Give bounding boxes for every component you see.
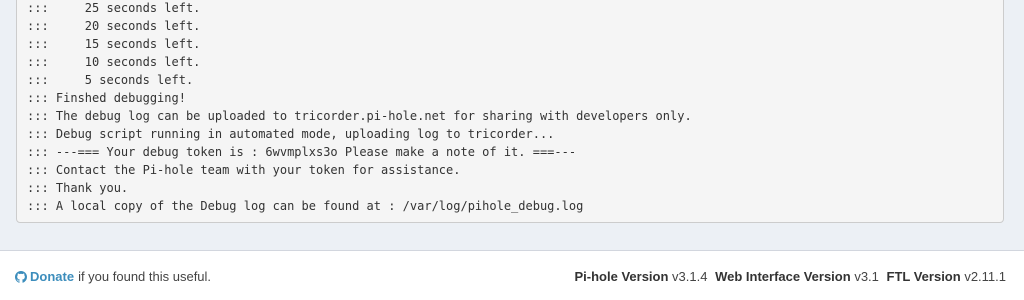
log-line: ::: 10 seconds left. bbox=[27, 55, 201, 69]
donate-suffix: if you found this useful. bbox=[78, 269, 212, 284]
web-version-label: Web Interface Version bbox=[715, 269, 851, 284]
log-line: ::: ---=== Your debug token is : 6wvmplx… bbox=[27, 145, 577, 159]
log-line: ::: The debug log can be uploaded to tri… bbox=[27, 109, 692, 123]
ftl-version-value: v2.11.1 bbox=[964, 269, 1006, 284]
log-line: ::: 15 seconds left. bbox=[27, 37, 201, 51]
log-line: ::: 25 seconds left. bbox=[27, 1, 201, 15]
ftl-version-label: FTL Version bbox=[886, 269, 961, 284]
debug-log-output: ::: 25 seconds left. ::: 20 seconds left… bbox=[16, 0, 1004, 223]
version-info: Pi-hole Version v3.1.4 Web Interface Ver… bbox=[575, 269, 1007, 284]
log-line: ::: 20 seconds left. bbox=[27, 19, 201, 33]
log-line: ::: Contact the Pi-hole team with your t… bbox=[27, 163, 461, 177]
log-line: ::: Finshed debugging! bbox=[27, 91, 186, 105]
web-version-value: v3.1 bbox=[854, 269, 879, 284]
log-line: ::: Thank you. bbox=[27, 181, 129, 195]
donate-link[interactable]: Donate bbox=[30, 269, 74, 284]
github-icon bbox=[15, 270, 27, 283]
content-wrapper: ::: 25 seconds left. ::: 20 seconds left… bbox=[0, 0, 1024, 250]
log-line: ::: A local copy of the Debug log can be… bbox=[27, 199, 584, 213]
pihole-version-value: v3.1.4 bbox=[672, 269, 708, 284]
donate-section: Donate if you found this useful. bbox=[15, 269, 211, 284]
debug-log-lines: ::: 25 seconds left. ::: 20 seconds left… bbox=[27, 0, 692, 215]
page-footer: Donate if you found this useful. Pi-hole… bbox=[0, 250, 1024, 300]
log-line: ::: 5 seconds left. bbox=[27, 73, 194, 87]
pihole-version-label: Pi-hole Version bbox=[574, 269, 669, 284]
log-line: ::: Debug script running in automated mo… bbox=[27, 127, 555, 141]
